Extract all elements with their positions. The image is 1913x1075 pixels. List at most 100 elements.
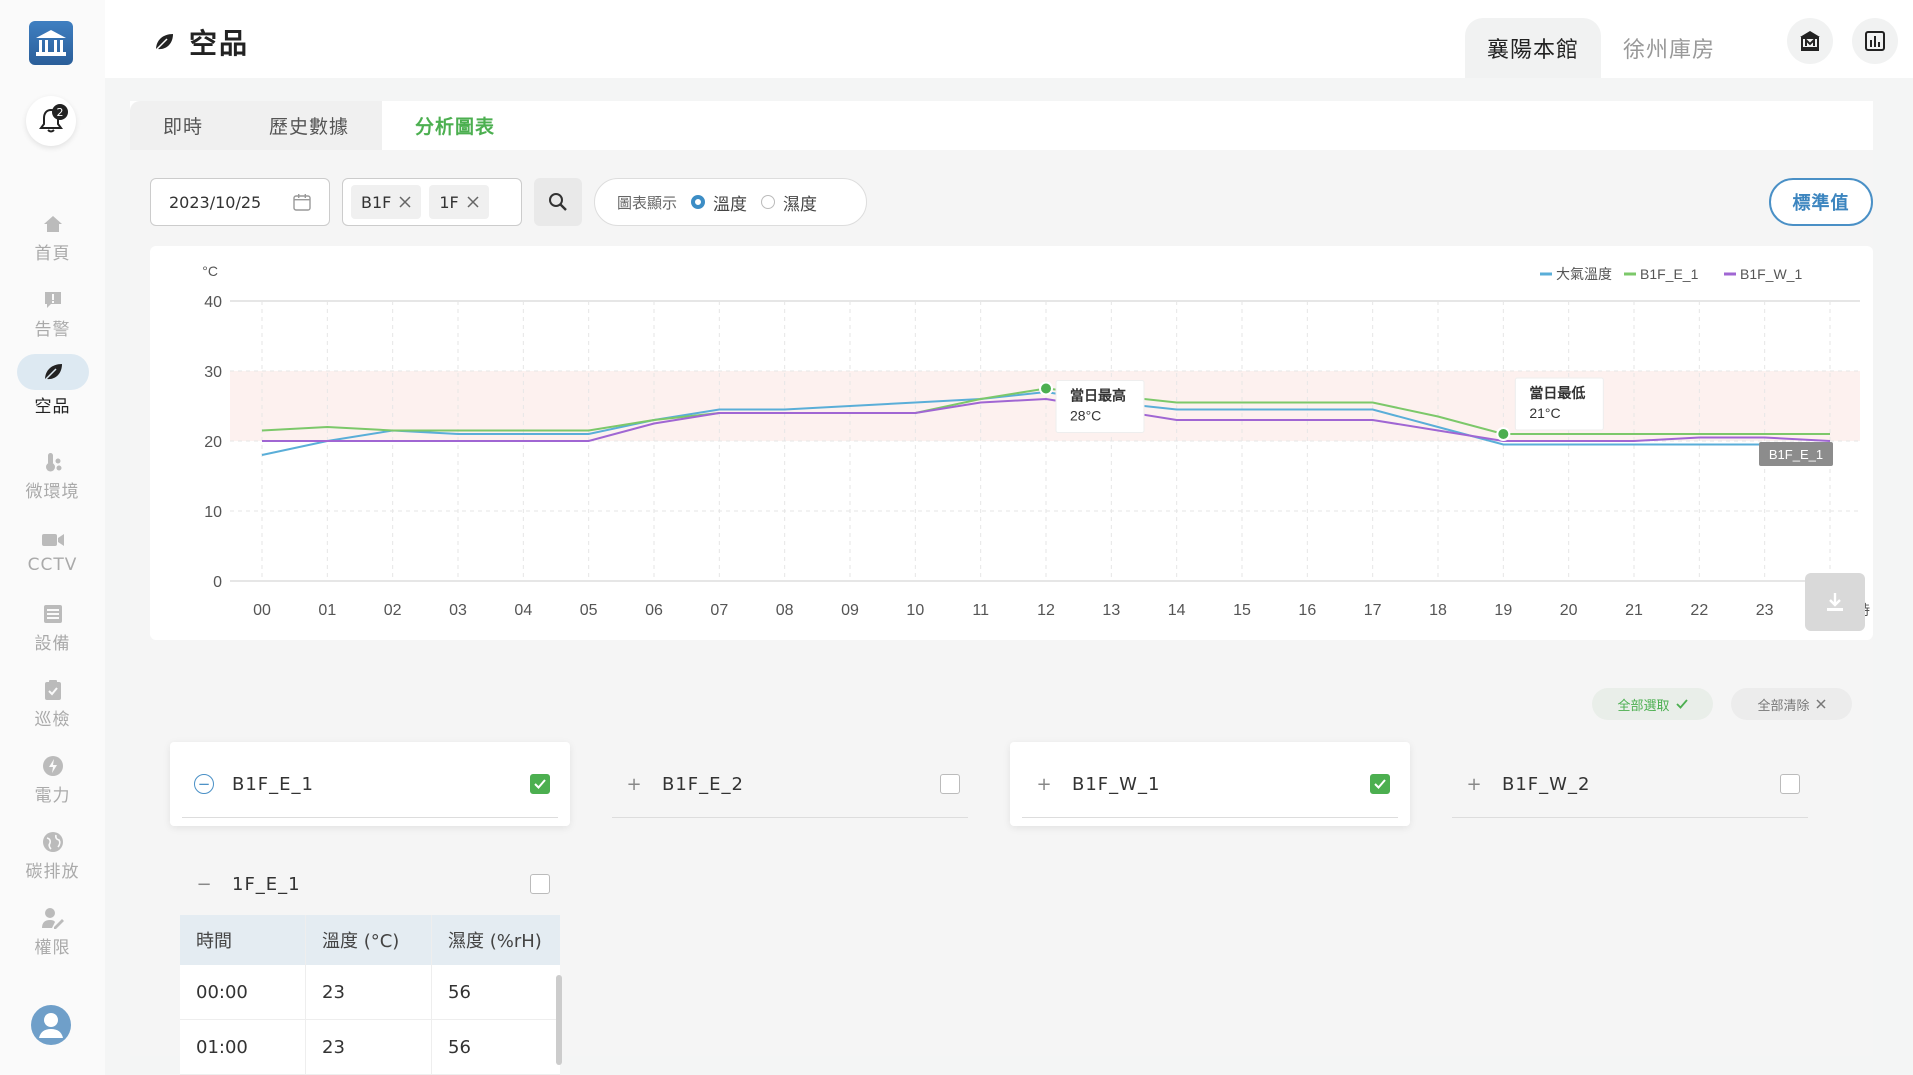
clear-all-button[interactable]: 全部清除 — [1731, 688, 1852, 720]
alert-icon — [35, 289, 71, 311]
table-cell: 23 — [306, 965, 432, 1019]
sensor-checkbox[interactable] — [530, 774, 550, 794]
display-label: 圖表顯示 — [617, 193, 678, 212]
x-tick-label: 14 — [1168, 602, 1186, 619]
minus-icon[interactable]: − — [194, 874, 214, 895]
sensor-item-b1f-e-1[interactable]: − B1F_E_1 — [170, 742, 570, 826]
nav-label: 巡檢 — [34, 709, 71, 730]
nav-label: 首頁 — [34, 243, 71, 264]
radio-dot-selected — [691, 195, 706, 209]
radio-humidity[interactable]: 濕度 — [761, 190, 817, 215]
thermometer-icon — [35, 451, 71, 473]
page-title: 空品 — [153, 22, 249, 62]
notification-count-badge: 2 — [52, 104, 68, 120]
table-row: 00:00 23 56 — [180, 965, 560, 1020]
globe-icon — [35, 831, 71, 853]
y-axis-unit: °C — [202, 263, 218, 279]
nav-item-permissions[interactable]: 權限 — [0, 899, 105, 965]
nav-item-micro-environment[interactable]: 微環境 — [0, 443, 105, 509]
annotation-label: 當日最低 — [1529, 385, 1585, 401]
sensor-item-b1f-w-1[interactable]: + B1F_W_1 — [1010, 742, 1410, 826]
table-scrollbar[interactable] — [556, 975, 562, 1065]
site-tabs: 襄陽本館 徐州庫房 — [1465, 18, 1737, 78]
sensor-checkbox[interactable] — [530, 874, 550, 894]
floor-tag: B1F — [351, 185, 422, 219]
close-icon[interactable] — [399, 196, 411, 208]
chart-display-toggle: 圖表顯示 溫度 濕度 — [594, 178, 867, 226]
y-tick-label: 10 — [204, 504, 222, 521]
standard-value-button[interactable]: 標準值 — [1769, 178, 1873, 226]
x-tick-label: 17 — [1364, 602, 1382, 619]
nav-item-carbon[interactable]: 碳排放 — [0, 823, 105, 889]
x-tick-label: 02 — [384, 602, 402, 619]
nav-label: 權限 — [34, 937, 71, 958]
date-value: 2023/10/25 — [169, 192, 262, 212]
x-tick-label: 15 — [1233, 602, 1251, 619]
sensor-name: B1F_E_2 — [662, 773, 744, 795]
sensor-item-1f-e-1[interactable]: − 1F_E_1 — [170, 842, 570, 926]
date-picker[interactable]: 2023/10/25 — [150, 178, 330, 226]
nav-label: CCTV — [27, 555, 78, 575]
leaf-icon — [155, 34, 173, 51]
select-all-button[interactable]: 全部選取 — [1592, 688, 1713, 720]
nav-item-cctv[interactable]: CCTV — [0, 519, 105, 585]
tab-analysis[interactable]: 分析圖表 — [382, 101, 529, 150]
museum-logo-icon[interactable] — [29, 21, 73, 65]
table-header-cell: 溫度 (°C) — [306, 915, 432, 965]
list-icon — [35, 603, 71, 625]
x-tick-label: 00 — [253, 602, 271, 619]
nav-item-power[interactable]: 電力 — [0, 747, 105, 813]
divider — [1452, 817, 1808, 818]
site-tab-xiangyang[interactable]: 襄陽本館 — [1465, 18, 1602, 78]
search-button[interactable] — [534, 178, 582, 226]
sensor-name: B1F_W_2 — [1502, 773, 1591, 795]
notification-bell-button[interactable]: 2 — [26, 96, 76, 146]
plus-icon[interactable]: + — [1464, 774, 1484, 795]
plus-icon[interactable]: + — [624, 774, 644, 795]
site-tab-xuzhou[interactable]: 徐州庫房 — [1601, 18, 1737, 78]
nav-label: 電力 — [34, 785, 71, 806]
x-tick-label: 09 — [841, 602, 859, 619]
sensor-checkbox[interactable] — [940, 774, 960, 794]
annotation-point — [1039, 381, 1053, 396]
sensor-checkbox[interactable] — [1780, 774, 1800, 794]
table-cell: 56 — [448, 1036, 471, 1058]
nav-item-air-quality[interactable]: 空品 — [0, 352, 105, 418]
x-tick-label: 10 — [906, 602, 924, 619]
table-cell: 23 — [306, 1020, 432, 1074]
radio-temperature[interactable]: 溫度 — [691, 190, 747, 215]
report-button[interactable] — [1852, 18, 1898, 64]
x-tick-label: 01 — [318, 602, 336, 619]
table-row: 01:00 23 56 — [180, 1020, 560, 1075]
nav-item-equipment[interactable]: 設備 — [0, 595, 105, 661]
close-icon[interactable] — [467, 196, 479, 208]
radio-dot — [761, 195, 776, 209]
sensor-checkbox[interactable] — [1370, 774, 1390, 794]
divider — [1022, 817, 1398, 818]
chart-report-icon — [1865, 31, 1885, 51]
y-tick-label: 0 — [213, 574, 222, 591]
museum-button[interactable] — [1787, 18, 1833, 64]
x-tick-label: 08 — [776, 602, 794, 619]
user-avatar[interactable] — [31, 1005, 71, 1045]
legend-label: B1F_E_1 — [1640, 266, 1699, 282]
x-tick-label: 20 — [1560, 602, 1578, 619]
download-button[interactable] — [1805, 573, 1865, 631]
tab-realtime[interactable]: 即時 — [130, 101, 237, 150]
nav-item-home[interactable]: 首頁 — [0, 205, 105, 271]
x-tick-label: 04 — [514, 602, 532, 619]
chart-card: 0 10 20 30 40 °C 00 01 02 03 04 05 06 07 08 09 10 11 12 13 1… — [150, 246, 1873, 640]
x-tick-label: 12 — [1037, 602, 1055, 619]
nav-item-alert[interactable]: 告警 — [0, 281, 105, 347]
sensor-item-b1f-w-2[interactable]: + B1F_W_2 — [1440, 742, 1820, 826]
tab-history[interactable]: 歷史數據 — [236, 101, 383, 150]
table-header: 時間 溫度 (°C) 濕度 (%rH) — [180, 915, 560, 965]
annotation-point — [1496, 427, 1511, 441]
plus-icon[interactable]: + — [1034, 774, 1054, 795]
sensor-item-b1f-e-2[interactable]: + B1F_E_2 — [600, 742, 980, 826]
floor-tag-input[interactable]: B1F 1F — [342, 178, 522, 226]
bolt-icon — [35, 755, 71, 777]
nav-item-inspection[interactable]: 巡檢 — [0, 671, 105, 737]
expand-icon[interactable]: − — [194, 774, 214, 794]
series-end-label: B1F_E_1 — [1769, 447, 1823, 462]
